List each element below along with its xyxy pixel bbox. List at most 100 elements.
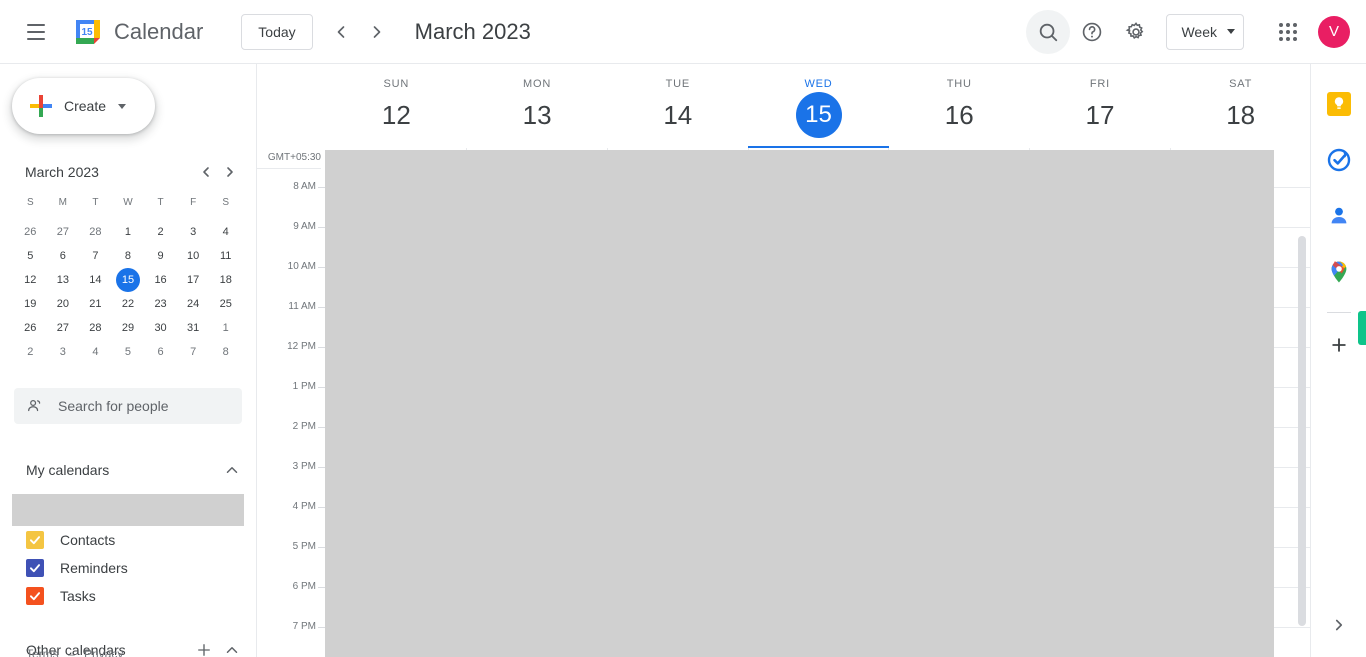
mini-calendar-day[interactable]: 4	[79, 340, 112, 364]
grid-scrollbar[interactable]	[1298, 236, 1306, 626]
view-mode-select[interactable]: Week	[1166, 13, 1244, 50]
mini-calendar-day[interactable]: 17	[177, 268, 210, 292]
checkbox-checked-icon[interactable]	[26, 531, 44, 549]
google-keep-icon[interactable]	[1323, 88, 1355, 120]
mini-calendar-day[interactable]: 13	[47, 268, 80, 292]
apps-grid-icon[interactable]	[1266, 10, 1310, 54]
mini-calendar-day[interactable]: 3	[177, 220, 210, 244]
mini-calendar-day[interactable]: 10	[177, 244, 210, 268]
mini-calendar-day[interactable]: 27	[47, 316, 80, 340]
today-button[interactable]: Today	[241, 13, 313, 50]
mini-calendar-day[interactable]: 11	[209, 244, 242, 268]
mini-calendar-day[interactable]: 6	[47, 244, 80, 268]
google-contacts-icon[interactable]	[1323, 200, 1355, 232]
day-header-date[interactable]: 17	[1077, 92, 1123, 138]
privacy-link[interactable]: Privacy	[84, 647, 123, 657]
my-calendar-item[interactable]: Contacts	[0, 526, 256, 554]
mini-calendar-day[interactable]: 21	[79, 292, 112, 316]
add-app-button[interactable]	[1323, 329, 1355, 361]
checkbox-checked-icon[interactable]	[26, 587, 44, 605]
day-column-sun[interactable]	[326, 148, 466, 657]
day-header-sun[interactable]: SUN 12	[326, 64, 467, 148]
mini-calendar-day[interactable]: 1	[112, 220, 145, 244]
previous-week-button[interactable]	[323, 14, 359, 50]
day-column-thu[interactable]	[888, 148, 1030, 657]
calendar-logo-link[interactable]: 15 Calendar	[72, 16, 203, 48]
mini-calendar-day[interactable]: 8	[209, 340, 242, 364]
mini-calendar-day[interactable]: 26	[14, 316, 47, 340]
mini-calendar-day[interactable]: 2	[14, 340, 47, 364]
day-header-date[interactable]: 16	[936, 92, 982, 138]
mini-calendar-day[interactable]: 8	[112, 244, 145, 268]
day-header-date[interactable]: 18	[1218, 92, 1264, 138]
avatar[interactable]: V	[1318, 15, 1350, 48]
calendar-event[interactable]	[675, 640, 736, 654]
terms-link[interactable]: Terms	[26, 647, 59, 657]
mini-calendar-day[interactable]: 9	[144, 244, 177, 268]
mini-calendar-day[interactable]: 19	[14, 292, 47, 316]
google-tasks-icon[interactable]	[1323, 144, 1355, 176]
mini-calendar-day[interactable]: 3	[47, 340, 80, 364]
google-maps-icon[interactable]	[1323, 256, 1355, 288]
search-icon[interactable]	[1026, 9, 1071, 54]
mini-calendar-prev-button[interactable]	[194, 160, 218, 184]
day-column-mon[interactable]	[465, 148, 607, 657]
gear-icon[interactable]	[1114, 10, 1158, 54]
day-header-wed[interactable]: WED 15	[748, 64, 889, 148]
mini-calendar-day[interactable]: 5	[14, 244, 47, 268]
search-people-input[interactable]: Search for people	[14, 388, 242, 424]
mini-calendar-day[interactable]: 27	[47, 220, 80, 244]
my-calendar-item[interactable]: Tasks	[0, 582, 256, 610]
checkbox-checked-icon[interactable]	[26, 559, 44, 577]
day-header-fri[interactable]: FRI 17	[1030, 64, 1171, 148]
day-column-sat[interactable]	[1170, 148, 1310, 657]
day-column-tue[interactable]	[606, 148, 748, 657]
mini-calendar-day[interactable]: 25	[209, 292, 242, 316]
mini-calendar-day[interactable]: 30	[144, 316, 177, 340]
mini-calendar-day[interactable]: 12	[14, 268, 47, 292]
calendar-event[interactable]	[608, 640, 669, 654]
expand-panel-button[interactable]	[1325, 611, 1353, 639]
mini-calendar-day[interactable]: 16	[144, 268, 177, 292]
day-header-sat[interactable]: SAT 18	[1170, 64, 1310, 148]
day-header-date[interactable]: 12	[373, 92, 419, 138]
mini-calendar-day[interactable]: 4	[209, 220, 242, 244]
mini-calendar-day[interactable]: 22	[112, 292, 145, 316]
chevron-up-icon[interactable]	[218, 636, 246, 657]
mini-calendar-day[interactable]: 5	[112, 340, 145, 364]
my-calendars-header[interactable]: My calendars	[0, 452, 256, 488]
mini-calendar-day[interactable]: 14	[79, 268, 112, 292]
calendar-event[interactable]	[327, 313, 332, 348]
calendar-event[interactable]	[1172, 303, 1180, 329]
calendar-scroll-body[interactable]: GMT+05:30 8 AM 9 AM 10 AM 11 AM 12 PM 1 PM 2 P…	[257, 148, 1310, 657]
day-header-date[interactable]: 14	[655, 92, 701, 138]
next-week-button[interactable]	[359, 14, 395, 50]
teal-event-sliver[interactable]	[1358, 311, 1366, 345]
mini-calendar-day[interactable]: 28	[79, 316, 112, 340]
plus-icon[interactable]	[190, 636, 218, 657]
mini-calendar-day[interactable]: 15	[112, 268, 145, 292]
mini-calendar-day[interactable]: 24	[177, 292, 210, 316]
my-calendar-item[interactable]: Reminders	[0, 554, 256, 582]
mini-calendar-day[interactable]: 28	[79, 220, 112, 244]
mini-calendar-day[interactable]: 23	[144, 292, 177, 316]
day-header-thu[interactable]: THU 16	[889, 64, 1030, 148]
day-column-wed[interactable]	[747, 148, 889, 657]
mini-calendar-day[interactable]: 2	[144, 220, 177, 244]
day-header-tue[interactable]: TUE 14	[607, 64, 748, 148]
day-column-fri[interactable]	[1029, 148, 1171, 657]
day-header-date[interactable]: 15	[795, 92, 842, 138]
day-header-date[interactable]: 13	[514, 92, 560, 138]
day-header-mon[interactable]: MON 13	[467, 64, 608, 148]
create-button[interactable]: Create	[12, 78, 155, 134]
mini-calendar-day[interactable]: 26	[14, 220, 47, 244]
help-icon[interactable]	[1070, 10, 1114, 54]
mini-calendar-day[interactable]: 6	[144, 340, 177, 364]
mini-calendar-day[interactable]: 7	[177, 340, 210, 364]
redacted-calendar-item[interactable]	[12, 494, 244, 526]
chevron-up-icon[interactable]	[218, 456, 246, 484]
hamburger-menu-icon[interactable]	[12, 8, 60, 56]
mini-calendar-next-button[interactable]	[218, 160, 242, 184]
mini-calendar-day[interactable]: 7	[79, 244, 112, 268]
mini-calendar-day[interactable]: 29	[112, 316, 145, 340]
